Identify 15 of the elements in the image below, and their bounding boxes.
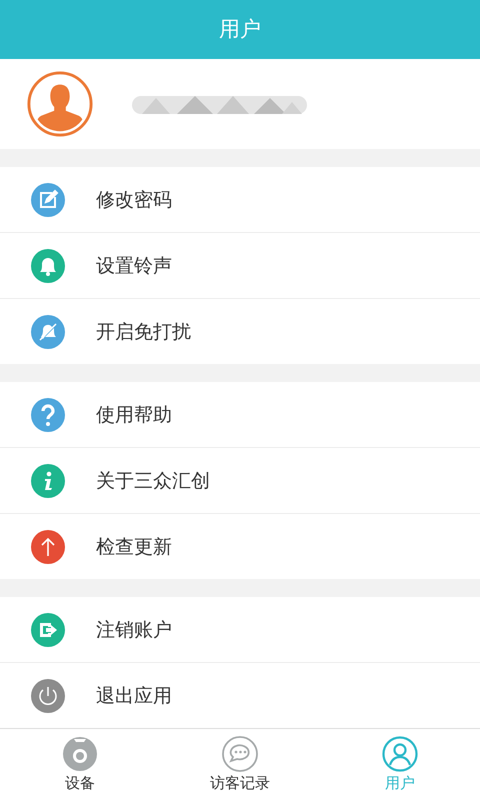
menu-item[interactable]: 关于三众汇创: [0, 448, 480, 514]
menu-item[interactable]: 修改密码: [0, 167, 480, 234]
chat-icon: [222, 736, 258, 772]
menu-item[interactable]: 设置铃声: [0, 233, 480, 300]
menu-item[interactable]: 使用帮助: [0, 382, 480, 448]
tab[interactable]: 设备: [0, 729, 160, 800]
menu-item[interactable]: 注销账户: [0, 597, 480, 664]
camera-icon: [62, 736, 98, 772]
avatar-icon: [26, 70, 94, 138]
tab[interactable]: 访客记录: [160, 729, 320, 800]
page-title: 用户: [219, 16, 261, 44]
menu-item[interactable]: 开启免打扰: [0, 299, 480, 364]
menu-item[interactable]: 检查更新: [0, 514, 480, 580]
user-icon: [382, 736, 418, 772]
menu-item[interactable]: 退出应用: [0, 663, 480, 728]
